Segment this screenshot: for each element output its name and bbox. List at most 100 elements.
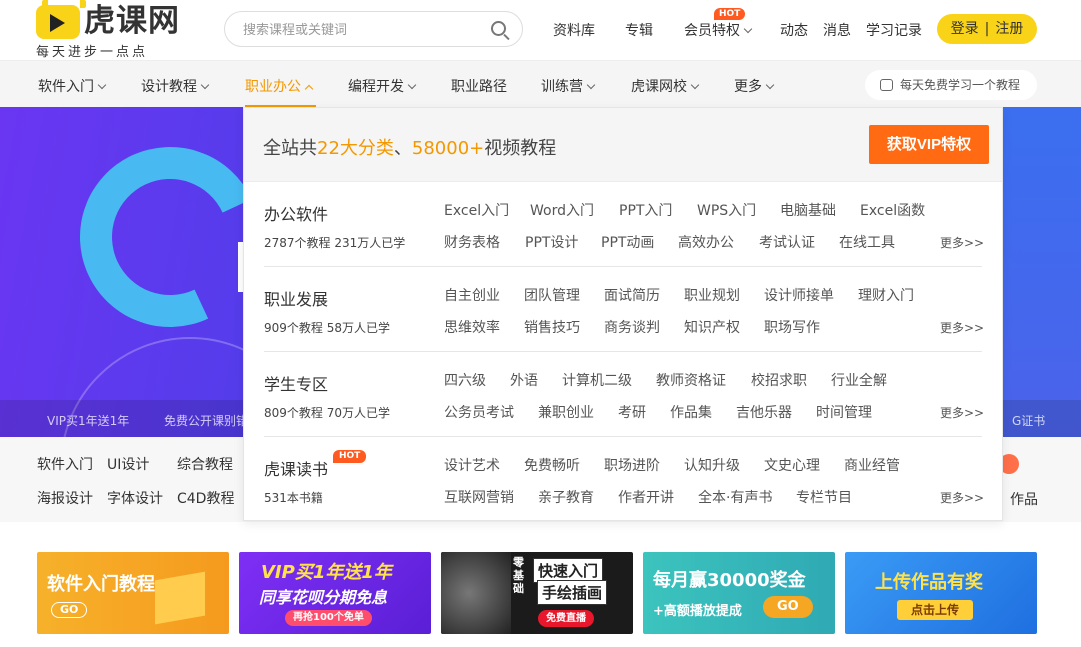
topic-link[interactable]: 免费畅听: [524, 455, 580, 475]
topic-link[interactable]: 职场进阶: [604, 455, 660, 475]
nav-resources[interactable]: 资料库: [553, 20, 595, 40]
topic-link[interactable]: 考研: [618, 402, 646, 422]
navitem-programming[interactable]: 编程开发: [348, 76, 417, 96]
cat-link[interactable]: UI设计: [107, 454, 149, 474]
topic-link[interactable]: 四六级: [444, 370, 486, 390]
topic-link[interactable]: 高效办公: [678, 232, 734, 252]
topic-link[interactable]: 互联网营销: [444, 487, 514, 507]
topic-link[interactable]: 设计艺术: [444, 455, 500, 475]
search-icon[interactable]: [491, 21, 506, 36]
promo-monthly-prize[interactable]: 每月赢30000奖金 +高额播放提成 GO: [643, 552, 835, 634]
topic-link[interactable]: 亲子教育: [538, 487, 594, 507]
topic-link[interactable]: Excel函数: [860, 200, 925, 220]
section-stats: 531本书籍: [264, 491, 323, 505]
cat-link-works[interactable]: 作品: [1010, 489, 1038, 509]
topic-link[interactable]: 吉他乐器: [736, 402, 792, 422]
topic-link[interactable]: 面试简历: [604, 285, 660, 305]
promo-title: 上传作品有奖: [875, 572, 983, 593]
topic-link[interactable]: WPS入门: [697, 200, 756, 220]
more-link[interactable]: 更多>>: [940, 489, 984, 506]
section-title[interactable]: 虎课读书: [264, 456, 328, 480]
topic-link[interactable]: 兼职创业: [538, 402, 594, 422]
topic-link[interactable]: PPT动画: [601, 232, 654, 252]
get-vip-button[interactable]: 获取VIP特权: [869, 125, 989, 164]
register-button[interactable]: 注册: [995, 14, 1023, 44]
topic-link[interactable]: 外语: [510, 370, 538, 390]
banner-tab-cert[interactable]: G证书: [1012, 412, 1045, 429]
topic-link[interactable]: 电脑基础: [780, 200, 836, 220]
navitem-software[interactable]: 软件入门: [38, 76, 107, 96]
login-button[interactable]: 登录: [951, 14, 979, 44]
promo-illustration[interactable]: 零基础 快速入门 手绘插画 免费直播: [441, 552, 633, 634]
section-title[interactable]: 职业发展: [264, 286, 328, 310]
topic-link[interactable]: 在线工具: [839, 232, 895, 252]
navitem-label: 训练营: [541, 79, 583, 95]
topic-link[interactable]: 知识产权: [684, 317, 740, 337]
navitem-office[interactable]: 职业办公: [245, 76, 314, 96]
cat-link[interactable]: 字体设计: [107, 488, 163, 508]
nav-vip-privileges[interactable]: 会员特权: [684, 20, 753, 40]
topic-link[interactable]: 计算机二级: [562, 370, 632, 390]
topic-link[interactable]: 职业规划: [684, 285, 740, 305]
topic-link[interactable]: 财务表格: [444, 232, 500, 252]
topic-link[interactable]: 职场写作: [764, 317, 820, 337]
topic-link[interactable]: 时间管理: [816, 402, 872, 422]
cat-link[interactable]: 软件入门: [37, 454, 93, 474]
search-input[interactable]: [243, 20, 483, 40]
nav-activity[interactable]: 动态: [780, 20, 808, 40]
topic-link[interactable]: 设计师接单: [764, 285, 834, 305]
topic-link[interactable]: 全本·有声书: [698, 487, 772, 507]
more-link[interactable]: 更多>>: [940, 404, 984, 421]
topic-link[interactable]: 商务谈判: [604, 317, 660, 337]
site-logo[interactable]: 虎课网 每天进步一点点: [36, 0, 196, 60]
navitem-bootcamp[interactable]: 训练营: [541, 76, 596, 96]
cat-link[interactable]: C4D教程: [177, 488, 234, 508]
navitem-school[interactable]: 虎课网校: [631, 76, 700, 96]
banner-tab-free-class[interactable]: 免费公开课别错: [164, 412, 248, 429]
navitem-label: 更多: [734, 79, 762, 95]
section-stats: 2787个教程 231万人已学: [264, 236, 406, 250]
promo-software-intro[interactable]: 软件入门教程 GO: [37, 552, 229, 634]
topic-link[interactable]: 思维效率: [444, 317, 500, 337]
chevron-down-icon: [97, 80, 107, 90]
topic-link[interactable]: 作者开讲: [618, 487, 674, 507]
topic-link[interactable]: 销售技巧: [524, 317, 580, 337]
section-title[interactable]: 办公软件: [264, 201, 328, 225]
topic-link[interactable]: 文史心理: [764, 455, 820, 475]
topic-link[interactable]: PPT入门: [619, 200, 672, 220]
topic-link[interactable]: 专栏节目: [796, 487, 852, 507]
topic-link[interactable]: 公务员考试: [444, 402, 514, 422]
topic-link[interactable]: 行业全解: [831, 370, 887, 390]
chevron-down-icon: [765, 80, 775, 90]
navitem-design[interactable]: 设计教程: [141, 76, 210, 96]
section-stats: 809个教程 70万人已学: [264, 406, 390, 420]
topic-link[interactable]: 校招求职: [751, 370, 807, 390]
cat-link[interactable]: 综合教程: [177, 454, 233, 474]
topic-link[interactable]: 教师资格证: [656, 370, 726, 390]
topic-link[interactable]: 作品集: [670, 402, 712, 422]
topic-link[interactable]: PPT设计: [525, 232, 578, 252]
cat-link[interactable]: 海报设计: [37, 488, 93, 508]
navitem-career-path[interactable]: 职业路径: [451, 76, 507, 96]
title-highlight-count: 58000+: [411, 138, 485, 159]
nav-messages[interactable]: 消息: [823, 20, 851, 40]
more-link[interactable]: 更多>>: [940, 319, 984, 336]
topic-link[interactable]: Excel入门: [444, 200, 509, 220]
promo-upload-works[interactable]: 上传作品有奖 点击上传: [845, 552, 1037, 634]
topic-link[interactable]: 考试认证: [759, 232, 815, 252]
more-link[interactable]: 更多>>: [940, 234, 984, 251]
promo-vip-offer[interactable]: VIP买1年送1年 同享花呗分期免息 再抢100个免单: [239, 552, 431, 634]
topic-link[interactable]: 理财入门: [858, 285, 914, 305]
topic-link[interactable]: Word入门: [530, 200, 594, 220]
nav-study-history[interactable]: 学习记录: [866, 20, 922, 40]
nav-albums[interactable]: 专辑: [625, 20, 653, 40]
section-tiger-reading: 虎课读书 HOT 531本书籍 设计艺术 免费畅听 职场进阶 认知升级 文史心理…: [264, 437, 984, 522]
daily-free-tutorial-button[interactable]: 每天免费学习一个教程: [865, 70, 1037, 100]
topic-link[interactable]: 商业经管: [844, 455, 900, 475]
navitem-more[interactable]: 更多: [734, 76, 775, 96]
banner-tab-vip[interactable]: VIP买1年送1年: [47, 412, 129, 429]
section-title[interactable]: 学生专区: [264, 371, 328, 395]
topic-link[interactable]: 自主创业: [444, 285, 500, 305]
topic-link[interactable]: 认知升级: [684, 455, 740, 475]
topic-link[interactable]: 团队管理: [524, 285, 580, 305]
